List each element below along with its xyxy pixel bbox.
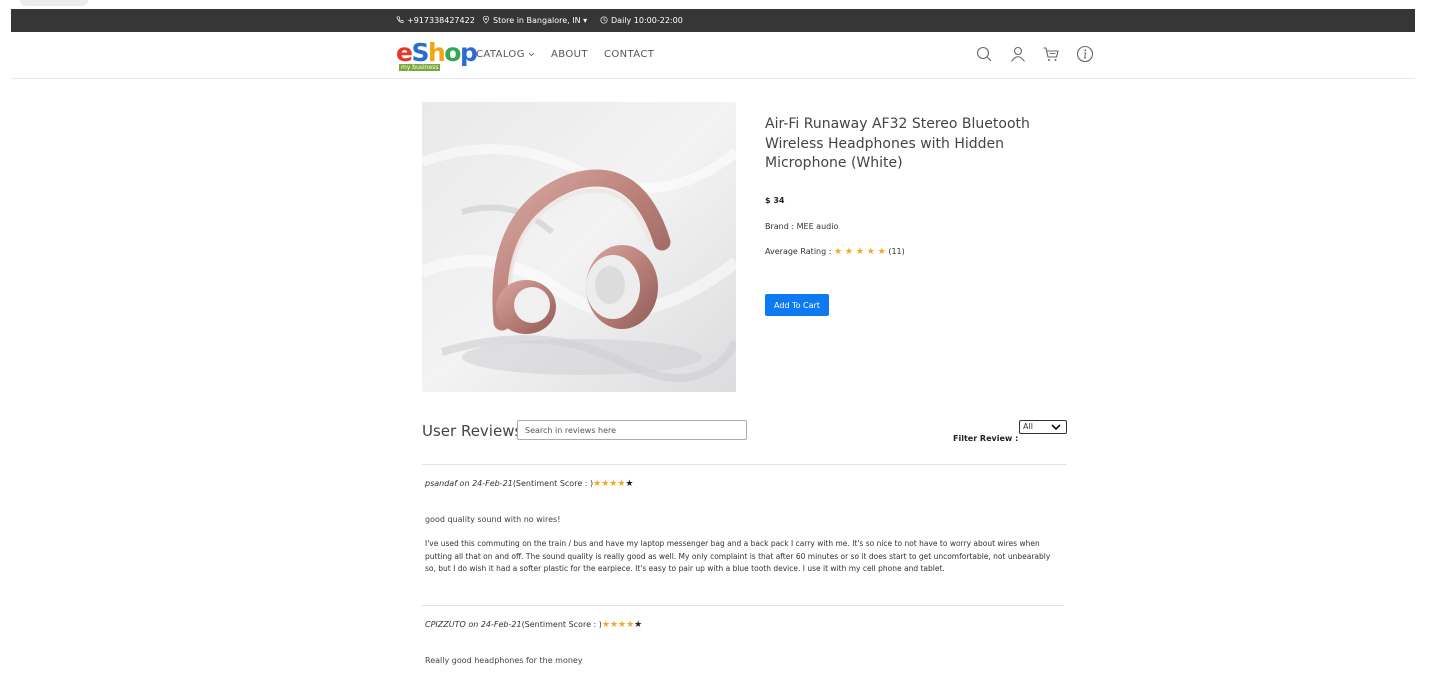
clock-icon bbox=[600, 16, 608, 24]
phone-info: +917338427422 bbox=[396, 16, 475, 25]
user-icon[interactable] bbox=[1009, 45, 1027, 63]
review-author-date: psandaf on 24-Feb-21 bbox=[425, 479, 513, 488]
nav-contact[interactable]: CONTACT bbox=[604, 49, 654, 60]
review-stars: ★★★★ bbox=[601, 620, 635, 630]
rating-label: Average Rating : bbox=[765, 247, 832, 256]
average-rating: Average Rating : ★ ★ ★ ★ ★ (11) bbox=[765, 247, 905, 257]
review-star-empty: ★ bbox=[625, 479, 634, 489]
product-brand: Brand : MEE audio bbox=[765, 222, 839, 231]
location-pin-icon bbox=[482, 15, 490, 24]
product-price: $ 34 bbox=[765, 196, 785, 205]
filter-review-label: Filter Review : bbox=[953, 434, 1019, 443]
info-icon[interactable] bbox=[1076, 45, 1094, 63]
logo-wordmark: eShop bbox=[396, 38, 478, 67]
reviews-divider bbox=[422, 464, 1067, 465]
review-title: good quality sound with no wires! bbox=[425, 515, 561, 524]
chevron-down-icon bbox=[1051, 424, 1061, 430]
search-icon[interactable] bbox=[975, 45, 993, 63]
sentiment-score: (Sentiment Score : ) bbox=[512, 479, 594, 488]
product-image bbox=[422, 102, 736, 392]
store-hours: Daily 10:00-22:00 bbox=[600, 16, 683, 25]
chevron-down-icon bbox=[529, 52, 535, 57]
rating-stars: ★ ★ ★ ★ ★ bbox=[833, 247, 886, 257]
cart-icon[interactable] bbox=[1042, 45, 1060, 63]
review-star-empty: ★ bbox=[634, 620, 643, 630]
review-body: I've used this commuting on the train / … bbox=[425, 539, 1051, 573]
review-search-input[interactable] bbox=[517, 420, 747, 440]
nav-catalog[interactable]: CATALOG bbox=[476, 49, 535, 60]
review-meta: psandaf on 24-Feb-21(Sentiment Score : )… bbox=[425, 479, 634, 489]
filter-selected-value: All bbox=[1023, 422, 1033, 431]
product-title: Air-Fi Runaway AF32 Stereo Bluetooth Wir… bbox=[765, 116, 1030, 171]
phone-icon bbox=[396, 16, 404, 23]
browser-tab-edge bbox=[20, 0, 88, 6]
headphones-image bbox=[422, 102, 736, 392]
review-author-date: CPIZZUTO on 24-Feb-21 bbox=[425, 620, 522, 629]
nav-about[interactable]: ABOUT bbox=[551, 49, 588, 60]
review-meta: CPIZZUTO on 24-Feb-21(Sentiment Score : … bbox=[425, 620, 642, 630]
logo-tagline: my business bbox=[399, 64, 441, 71]
add-to-cart-button[interactable]: Add To Cart bbox=[765, 294, 829, 316]
review-title: Really good headphones for the money bbox=[425, 656, 583, 665]
eshop-logo[interactable]: eShop my business bbox=[396, 38, 478, 72]
store-location[interactable]: Store in Bangalore, IN ▾ bbox=[482, 15, 587, 25]
user-reviews-heading: User Reviews bbox=[422, 422, 523, 440]
sentiment-score: (Sentiment Score : ) bbox=[521, 620, 602, 629]
review-divider bbox=[422, 605, 1064, 606]
rating-count: (11) bbox=[888, 247, 905, 256]
top-info-bar: +917338427422 Store in Bangalore, IN ▾ D… bbox=[11, 9, 1415, 32]
main-navbar: eShop my business CATALOG ABOUT CONTACT bbox=[11, 32, 1415, 79]
filter-review-select[interactable]: All bbox=[1019, 420, 1067, 434]
review-stars: ★★★★ bbox=[593, 479, 626, 489]
